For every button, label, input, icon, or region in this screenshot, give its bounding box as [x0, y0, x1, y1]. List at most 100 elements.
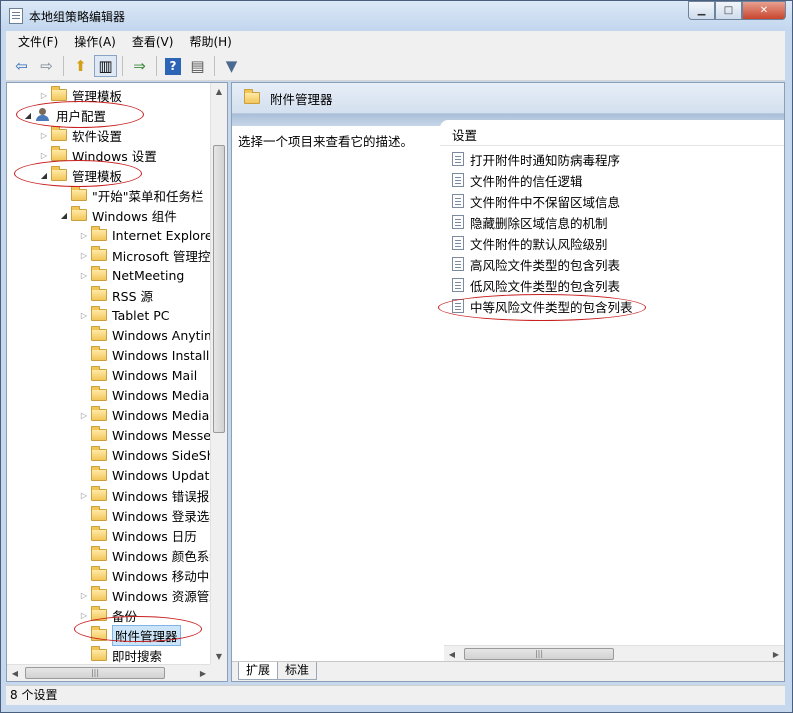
title-bar[interactable]: 本地组策略编辑器 ▁ □ ✕: [1, 1, 792, 31]
setting-row[interactable]: 低风险文件类型的包含列表: [452, 275, 620, 295]
tree-item[interactable]: ◢ 管理模板: [37, 165, 122, 185]
expand-arrow-icon[interactable]: ▷: [37, 91, 51, 100]
export-list-icon[interactable]: ⇒: [128, 55, 151, 77]
policy-setting-icon: [452, 215, 464, 229]
tree-item-label: Windows Media: [112, 387, 210, 403]
tree-item-label: Windows Media: [112, 407, 210, 423]
policy-setting-icon: [452, 236, 464, 250]
tree-item[interactable]: ▷ Windows 错误报告: [77, 485, 222, 505]
scroll-down-icon[interactable]: ▼: [211, 648, 227, 665]
collapse-arrow-icon[interactable]: ◢: [57, 211, 71, 220]
setting-row[interactable]: 中等风险文件类型的包含列表: [452, 296, 633, 316]
menu-view[interactable]: 查看(V): [124, 33, 182, 50]
close-button[interactable]: ✕: [742, 1, 786, 20]
tree-item[interactable]: 附件管理器: [77, 624, 181, 646]
tree-vertical-scrollbar[interactable]: ▲ ▼: [210, 83, 227, 665]
forward-arrow-icon[interactable]: ⇨: [35, 55, 58, 77]
collapse-arrow-icon[interactable]: ◢: [21, 111, 35, 120]
tree-horizontal-scrollbar[interactable]: ◀ ||| ▶: [7, 664, 211, 681]
maximize-button[interactable]: □: [715, 1, 742, 20]
tree-item[interactable]: "开始"菜单和任务栏: [57, 185, 204, 205]
tree-item-label: Windows 登录选项: [112, 508, 222, 524]
tree-item[interactable]: Windows Update: [77, 465, 217, 485]
expand-arrow-icon[interactable]: ▷: [77, 271, 91, 280]
expand-arrow-icon[interactable]: ▷: [77, 411, 91, 420]
column-header-setting[interactable]: 设置: [440, 126, 784, 146]
tree-item[interactable]: Windows Installer: [77, 345, 222, 365]
tab-standard[interactable]: 标准: [277, 662, 318, 680]
folder-icon: [91, 346, 107, 361]
tree-item[interactable]: Windows 日历: [77, 525, 197, 545]
tree-item[interactable]: Windows SideShow: [77, 445, 227, 465]
scroll-right-icon[interactable]: ▶: [195, 665, 211, 681]
properties-icon[interactable]: ▤: [186, 55, 209, 77]
tree-item[interactable]: Windows 登录选项: [77, 505, 222, 525]
scroll-left-icon[interactable]: ◀: [444, 646, 460, 662]
up-folder-icon[interactable]: ⬆: [69, 55, 92, 77]
filter-icon[interactable]: ▼: [220, 55, 243, 77]
scroll-right-icon[interactable]: ▶: [768, 646, 784, 662]
settings-list: 设置 打开附件时通知防病毒程序文件附件的信任逻辑文件附件中不保留区域信息隐藏删除…: [440, 120, 784, 661]
tree-item[interactable]: ▷ Microsoft 管理控制台: [77, 245, 227, 265]
tree-item-label: Windows 移动中心: [112, 568, 222, 584]
folder-icon: [91, 586, 107, 601]
setting-row[interactable]: 文件附件中不保留区域信息: [452, 191, 620, 211]
tree-item[interactable]: ◢ 用户配置: [21, 105, 106, 125]
tree-item[interactable]: ▷ Windows 设置: [37, 145, 157, 165]
scroll-up-icon[interactable]: ▲: [211, 83, 227, 100]
tree-item[interactable]: Windows Mail: [77, 365, 197, 385]
tree-item[interactable]: ◢ Windows 组件: [57, 205, 177, 225]
tree-item[interactable]: ▷ 管理模板: [37, 85, 122, 105]
tree-item[interactable]: ▷ Tablet PC: [77, 305, 169, 325]
tree-item[interactable]: Windows Messenger: [77, 425, 227, 445]
expand-arrow-icon[interactable]: ▷: [37, 151, 51, 160]
setting-row[interactable]: 隐藏删除区域信息的机制: [452, 212, 608, 232]
tree-item[interactable]: 即时搜索: [77, 645, 162, 665]
description-panel: 选择一个项目来查看它的描述。: [232, 126, 440, 661]
folder-icon: [91, 506, 107, 521]
setting-row[interactable]: 文件附件的信任逻辑: [452, 170, 583, 190]
folder-icon: [91, 606, 107, 621]
expand-arrow-icon[interactable]: ▷: [77, 251, 91, 260]
setting-row[interactable]: 文件附件的默认风险级别: [452, 233, 608, 253]
help-icon[interactable]: ?: [165, 57, 181, 75]
menu-action[interactable]: 操作(A): [66, 33, 124, 50]
tree-item[interactable]: Windows 颜色系统: [77, 545, 222, 565]
tree-item[interactable]: RSS 源: [77, 285, 153, 305]
tree-item[interactable]: ▷ 备份: [77, 605, 137, 625]
setting-label: 文件附件的信任逻辑: [470, 173, 583, 189]
tab-extended[interactable]: 扩展: [238, 662, 279, 680]
tree-item[interactable]: ▷ Windows Media: [77, 405, 209, 425]
tree-item[interactable]: ▷ NetMeeting: [77, 265, 184, 285]
tree-scroll-thumb[interactable]: [213, 145, 225, 433]
folder-icon: [91, 386, 107, 401]
expand-arrow-icon[interactable]: ▷: [37, 131, 51, 140]
show-tree-icon[interactable]: ▥: [94, 55, 117, 77]
menu-file[interactable]: 文件(F): [10, 33, 66, 50]
tree-item[interactable]: Windows 移动中心: [77, 565, 222, 585]
tree-item-label: 管理模板: [72, 168, 123, 184]
tree-item[interactable]: Windows Media: [77, 385, 209, 405]
tree-hscroll-thumb[interactable]: |||: [25, 667, 165, 679]
expand-arrow-icon[interactable]: ▷: [77, 491, 91, 500]
setting-label: 文件附件中不保留区域信息: [470, 194, 621, 210]
tree-item[interactable]: ▷ Internet Explorer: [77, 225, 218, 245]
expand-arrow-icon[interactable]: ▷: [77, 611, 91, 620]
policy-setting-icon: [452, 152, 464, 166]
list-hscroll-thumb[interactable]: |||: [464, 648, 614, 660]
menu-help[interactable]: 帮助(H): [181, 33, 239, 50]
scroll-left-icon[interactable]: ◀: [7, 665, 23, 681]
status-text: 8 个设置: [10, 688, 58, 702]
tree-item[interactable]: ▷ 软件设置: [37, 125, 122, 145]
tree-item[interactable]: Windows Anytime: [77, 325, 224, 345]
expand-arrow-icon[interactable]: ▷: [77, 311, 91, 320]
setting-row[interactable]: 高风险文件类型的包含列表: [452, 254, 620, 274]
expand-arrow-icon[interactable]: ▷: [77, 231, 91, 240]
minimize-button[interactable]: ▁: [688, 1, 715, 20]
back-arrow-icon[interactable]: ⇦: [10, 55, 33, 77]
list-horizontal-scrollbar[interactable]: ◀ ||| ▶: [444, 645, 784, 662]
collapse-arrow-icon[interactable]: ◢: [37, 171, 51, 180]
setting-row[interactable]: 打开附件时通知防病毒程序: [452, 149, 620, 169]
expand-arrow-icon[interactable]: ▷: [77, 591, 91, 600]
tree-item[interactable]: ▷ Windows 资源管理器: [77, 585, 227, 605]
